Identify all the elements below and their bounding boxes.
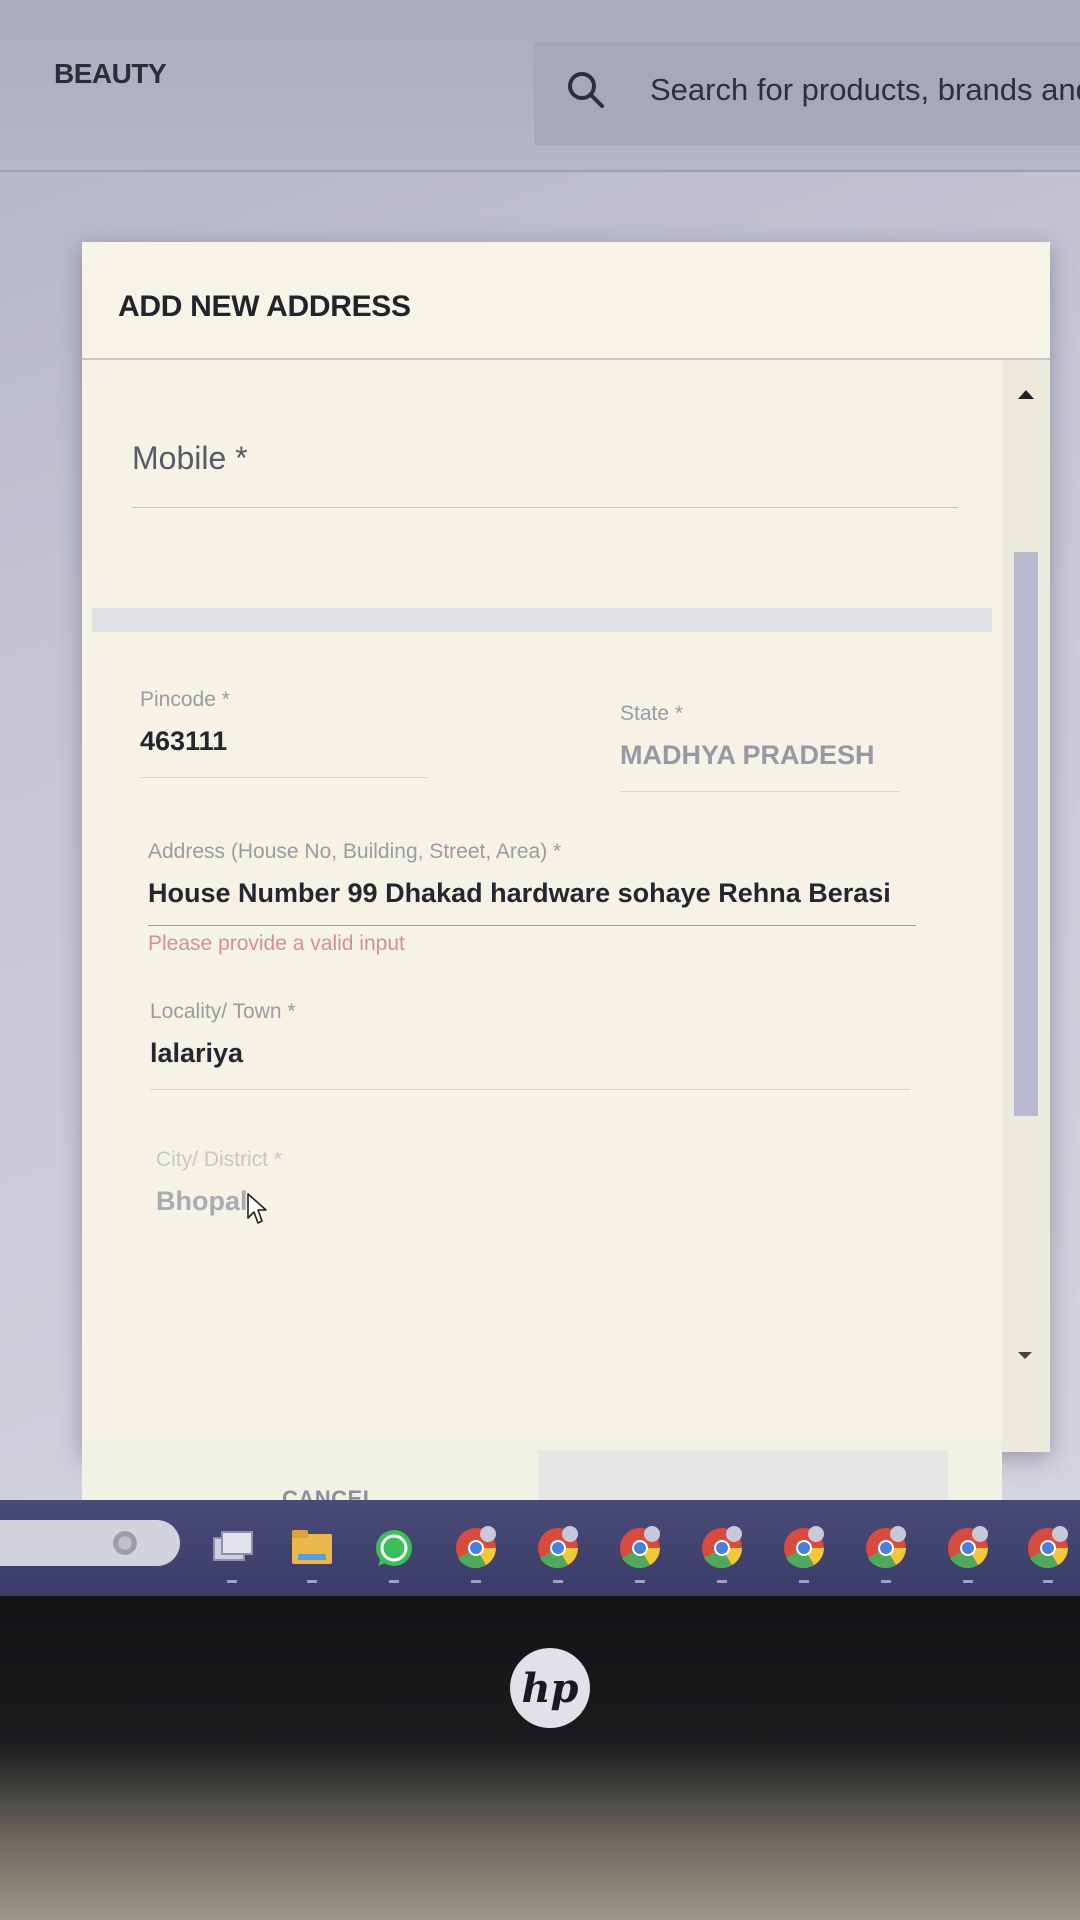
chrome-icon[interactable] [862,1524,910,1572]
scroll-up-arrow-icon[interactable] [1018,390,1034,399]
chrome-icon[interactable] [944,1524,992,1572]
chrome-indicator [963,1580,973,1583]
hp-logo: hp [510,1648,590,1728]
chrome-indicator [881,1580,891,1583]
chrome-indicator [553,1580,563,1583]
address-underline [148,925,916,926]
pincode-field[interactable]: Pincode * 463111 [140,688,428,778]
state-label: State * [620,702,684,725]
state-input: MADHYA PRADESH [620,740,875,770]
city-label: City/ District * [156,1148,282,1171]
state-underline [620,791,900,792]
address-error-message: Please provide a valid input [148,932,405,955]
modal-footer: CANCEL [82,1440,1002,1500]
mouse-cursor-icon [247,1193,267,1224]
laptop-bezel: hp [0,1596,1080,1920]
task-view-indicator [227,1580,237,1583]
mobile-label: Mobile * [132,440,248,476]
file-explorer-icon[interactable] [288,1524,336,1572]
mobile-underline [132,507,958,508]
taskbar-search-icon[interactable] [108,1526,142,1560]
search-bar[interactable]: Search for products, brands and more [534,42,1080,146]
locality-underline [150,1089,910,1090]
state-field: State * MADHYA PRADESH [620,702,900,792]
locality-input[interactable]: lalariya [150,1038,910,1069]
chrome-icon[interactable] [534,1524,582,1572]
chrome-indicator [717,1580,727,1583]
site-header: BEAUTY Search for products, brands and m… [0,0,1080,172]
chrome-icon[interactable] [780,1524,828,1572]
chrome-icon[interactable] [452,1524,500,1572]
screen: BEAUTY Search for products, brands and m… [0,0,1080,1500]
chrome-icon[interactable] [698,1524,746,1572]
chrome-indicator [635,1580,645,1583]
search-icon[interactable] [564,68,608,112]
svg-text:hp: hp [521,1665,578,1712]
file-explorer-indicator [307,1580,317,1583]
pincode-input[interactable]: 463111 [140,726,428,757]
cancel-button[interactable]: CANCEL [282,1486,377,1500]
add-address-modal: ADD NEW ADDRESS Mobile * Pincode * 46311… [82,242,1050,1500]
pincode-label: Pincode * [140,688,230,711]
address-label: Address (House No, Building, Street, Are… [148,840,562,863]
whatsapp-icon[interactable] [370,1524,418,1572]
locality-label: Locality/ Town * [150,1000,296,1023]
scrollbar-thumb[interactable] [1014,552,1038,1116]
save-button[interactable] [538,1450,948,1500]
chrome-icon[interactable] [1024,1524,1072,1572]
modal-scrollbar[interactable] [1002,360,1050,1452]
city-field: City/ District * Bhopal [156,1148,456,1217]
scroll-down-arrow-icon[interactable] [1018,1352,1032,1359]
mobile-field[interactable]: Mobile * [132,440,958,508]
modal-title: ADD NEW ADDRESS [118,290,411,323]
chrome-indicator [471,1580,481,1583]
pincode-underline [140,777,428,778]
chrome-indicator [1043,1580,1053,1583]
section-divider [92,608,992,632]
windows-taskbar [0,1500,1080,1596]
address-input[interactable]: House Number 99 Dhakad hardware sohaye R… [148,878,916,909]
search-input[interactable]: Search for products, brands and more [650,72,1080,108]
address-field[interactable]: Address (House No, Building, Street, Are… [148,840,916,956]
chrome-icon[interactable] [616,1524,664,1572]
taskbar-search-box[interactable] [0,1520,180,1566]
city-input: Bhopal [156,1186,248,1216]
nav-link-beauty[interactable]: BEAUTY [54,58,167,90]
modal-header: ADD NEW ADDRESS [82,242,1050,360]
locality-field[interactable]: Locality/ Town * lalariya [150,1000,910,1090]
task-view-icon[interactable] [208,1524,256,1572]
chrome-indicator [799,1580,809,1583]
modal-body: Mobile * Pincode * 463111 State * MADHYA… [82,360,1002,1500]
whatsapp-indicator [389,1580,399,1583]
